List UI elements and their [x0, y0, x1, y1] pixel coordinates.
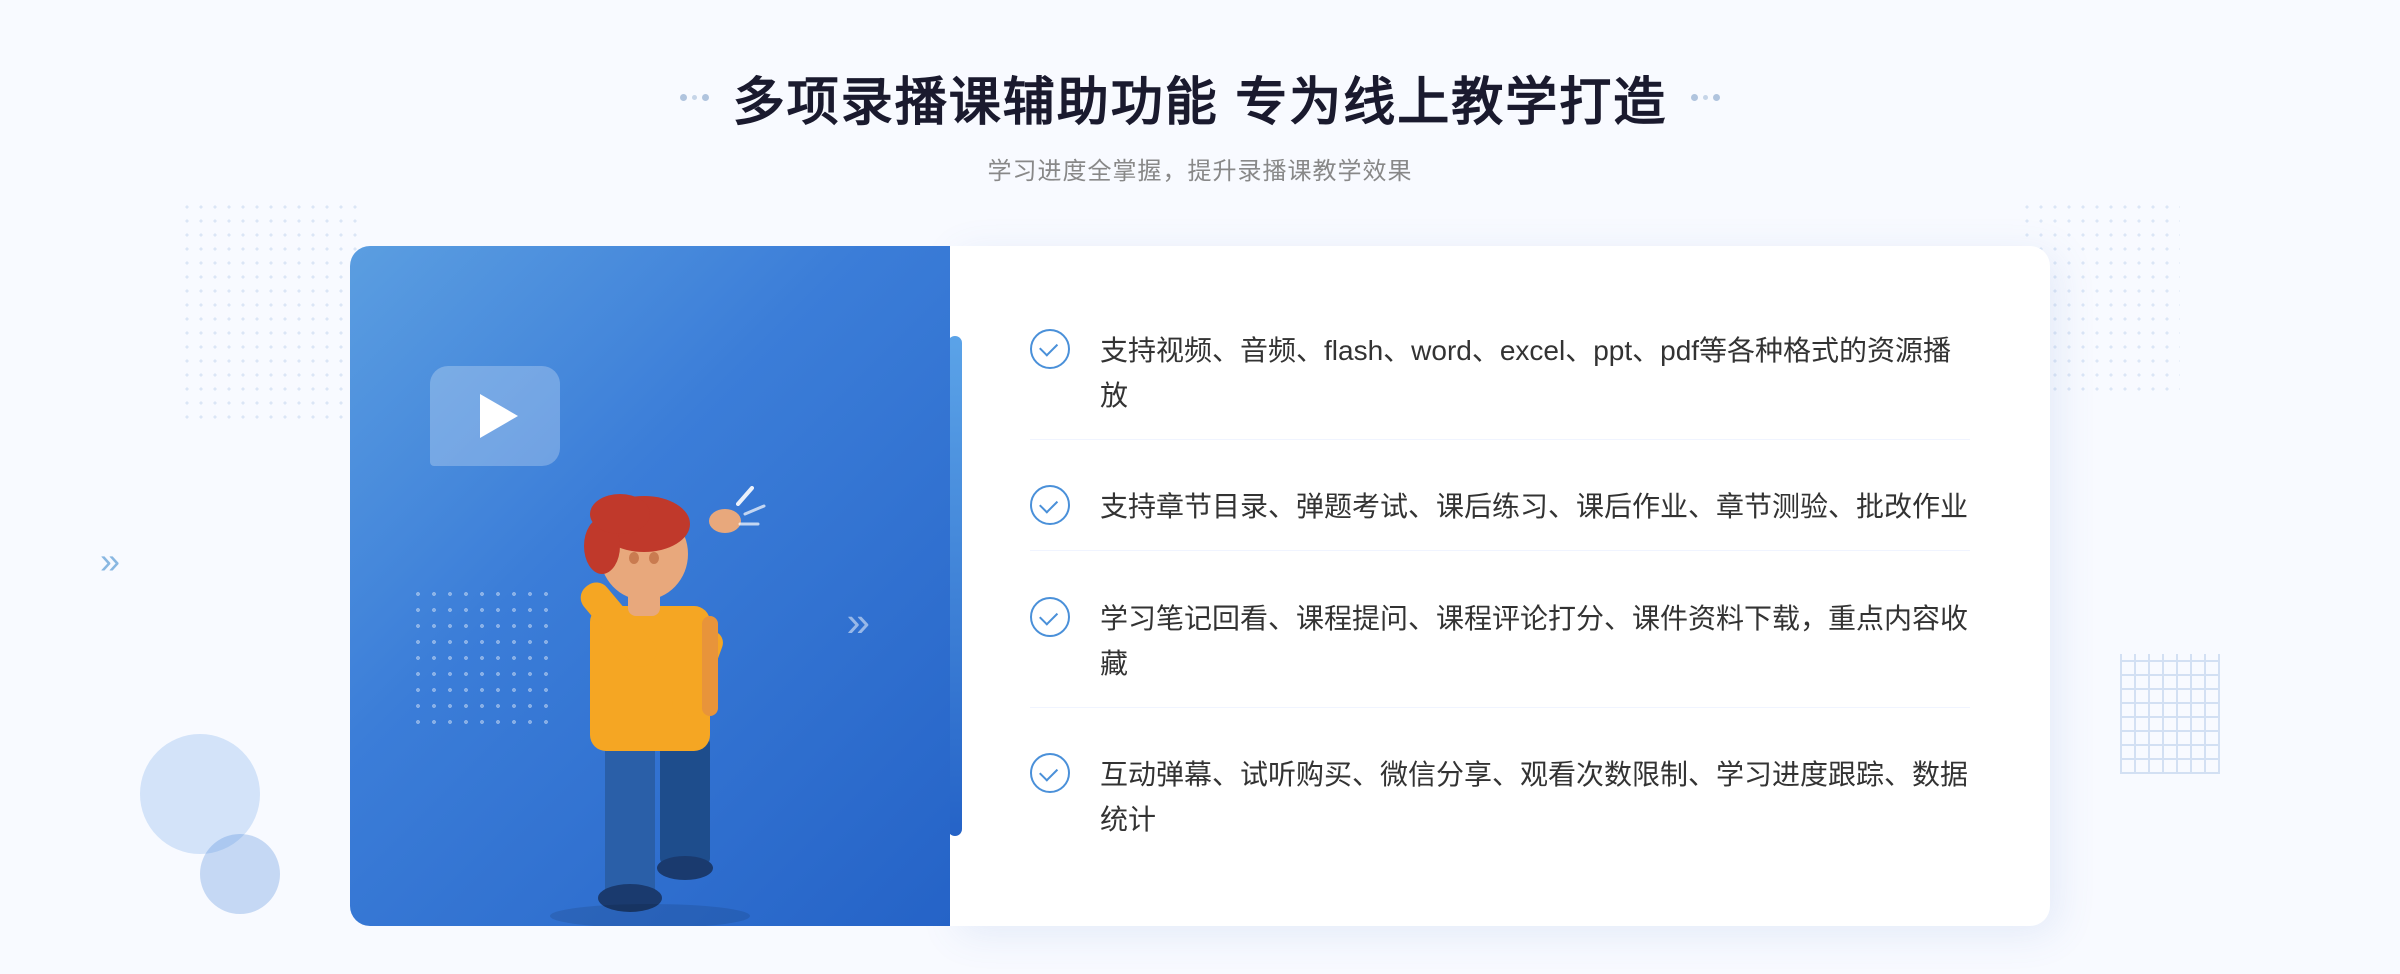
page-title: 多项录播课辅助功能 专为线上教学打造	[733, 60, 1667, 135]
feature-text-3: 学习笔记回看、课程提问、课程评论打分、课件资料下载，重点内容收藏	[1100, 597, 1970, 687]
feature-item-1: 支持视频、音频、flash、word、excel、ppt、pdf等各种格式的资源…	[1030, 309, 1970, 440]
decorator-dots-left	[680, 94, 709, 101]
check-icon-2	[1030, 485, 1070, 525]
decorative-circle-small	[200, 834, 280, 914]
decorative-arrow-left: »	[100, 540, 120, 582]
feature-item-3: 学习笔记回看、课程提问、课程评论打分、课件资料下载，重点内容收藏	[1030, 577, 1970, 708]
feature-item-4: 互动弹幕、试听购买、微信分享、观看次数限制、学习进度跟踪、数据统计	[1030, 733, 1970, 863]
check-icon-4	[1030, 753, 1070, 793]
decorative-grid-lines	[2120, 654, 2220, 774]
blue-strip-decoration	[948, 336, 962, 836]
feature-text-1: 支持视频、音频、flash、word、excel、ppt、pdf等各种格式的资源…	[1100, 329, 1970, 419]
check-icon-3	[1030, 597, 1070, 637]
content-panel: 支持视频、音频、flash、word、excel、ppt、pdf等各种格式的资源…	[950, 246, 2050, 926]
person-figure	[460, 406, 840, 926]
person-svg	[460, 406, 840, 926]
feature-text-4: 互动弹幕、试听购买、微信分享、观看次数限制、学习进度跟踪、数据统计	[1100, 753, 1970, 843]
header-section: 多项录播课辅助功能 专为线上教学打造 学习进度全掌握，提升录播课教学效果	[680, 60, 1720, 186]
content-area: »	[350, 246, 2050, 926]
illustration-panel: »	[350, 246, 950, 926]
header-decorators: 多项录播课辅助功能 专为线上教学打造	[680, 60, 1720, 135]
page-container: » 多项录播课辅助功能 专为线上教学打造 学习进度全掌握，提升录播课教学效果	[0, 0, 2400, 974]
illustration-chevron-arrows: »	[847, 598, 870, 646]
feature-text-2: 支持章节目录、弹题考试、课后练习、课后作业、章节测验、批改作业	[1100, 485, 1968, 530]
feature-item-2: 支持章节目录、弹题考试、课后练习、课后作业、章节测验、批改作业	[1030, 465, 1970, 551]
page-subtitle: 学习进度全掌握，提升录播课教学效果	[680, 151, 1720, 186]
decorative-dots-left	[180, 200, 360, 420]
decorator-dots-right	[1691, 94, 1720, 101]
check-icon-1	[1030, 329, 1070, 369]
